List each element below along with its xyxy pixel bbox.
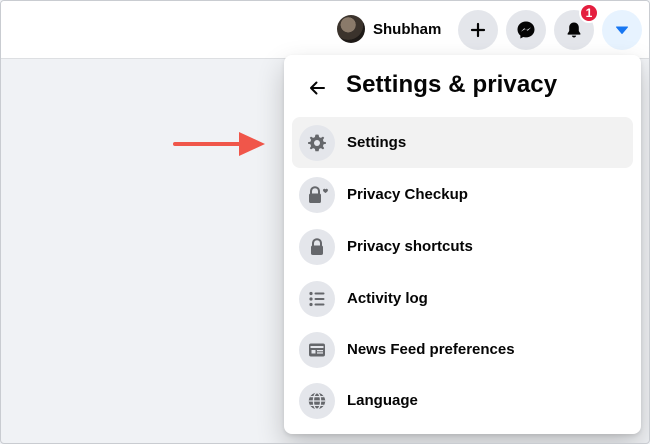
annotation-arrow [173,132,265,156]
messenger-icon [517,21,535,39]
lock-icon [299,228,335,265]
menu-item-label: Activity log [347,290,428,307]
caret-down-icon [616,26,628,34]
menu-item-label: Privacy Checkup [347,186,468,203]
top-navigation-bar: Shubham 1 [1,1,649,59]
menu-title: Settings & privacy [346,71,558,98]
menu-item-activity-log[interactable]: Activity log [292,273,633,324]
gear-icon [299,124,335,161]
menu-item-news-feed-preferences[interactable]: News Feed preferences [292,324,633,375]
menu-item-label: Settings [347,134,407,151]
menu-item-label: Language [347,392,418,409]
settings-privacy-menu: Settings & privacy Settings Privacy Chec… [284,55,641,434]
globe-icon [299,382,335,419]
menu-item-settings[interactable]: Settings [292,117,633,168]
lock-heart-icon [299,176,335,213]
profile-name: Shubham [373,20,442,38]
menu-item-label: News Feed preferences [347,341,515,358]
create-button[interactable] [458,10,498,50]
bell-icon [567,22,581,38]
list-icon [299,280,335,317]
messenger-button[interactable] [506,10,546,50]
avatar [337,15,365,43]
account-menu-button[interactable] [602,10,642,50]
profile-button[interactable]: Shubham [333,11,447,47]
feed-icon [299,331,335,368]
menu-item-privacy-shortcuts[interactable]: Privacy shortcuts [292,221,633,272]
plus-icon [470,22,486,38]
menu-item-language[interactable]: Language [292,375,633,426]
notification-badge: 1 [579,3,599,23]
menu-item-label: Privacy shortcuts [347,238,473,255]
menu-header: Settings & privacy [284,55,641,119]
menu-item-privacy-checkup[interactable]: Privacy Checkup [292,169,633,220]
back-button[interactable] [302,73,332,103]
arrow-left-icon [310,81,325,95]
browser-viewport: Shubham 1 Settings & privacy Settings Pr… [0,0,650,444]
